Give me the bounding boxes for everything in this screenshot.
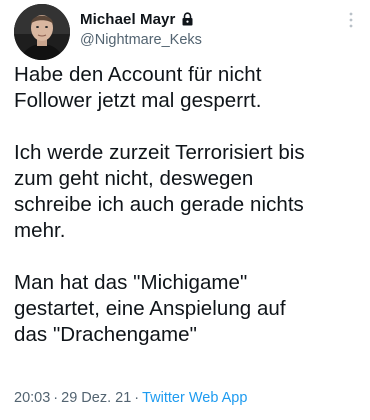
tweet-paragraph: Man hat das "Michigame" gestartet, eine … [14,271,286,346]
tweet-paragraph: Ich werde zurzeit Terrorisiert bis zum g… [14,141,305,242]
display-name[interactable]: Michael Mayr [80,11,175,28]
profile-photo-icon [14,4,70,60]
more-options-icon[interactable] [348,10,354,30]
tweet-header: Michael Mayr @Nightmare_Keks [80,9,202,49]
user-handle[interactable]: @Nightmare_Keks [80,32,202,48]
tweet-time[interactable]: 20:03 [14,390,50,406]
name-row: Michael Mayr [80,9,202,29]
tweet: Michael Mayr @Nightmare_Keks Habe den Ac… [0,0,370,420]
tweet-source-link[interactable]: Twitter Web App [142,390,247,406]
tweet-metadata: 20:03 · 29 Dez. 21 · Twitter Web App [14,390,247,406]
separator: · [53,390,59,406]
tweet-paragraph: Habe den Account für nicht Follower jetz… [14,63,262,112]
tweet-date[interactable]: 29 Dez. 21 [61,390,131,406]
lock-icon [181,12,194,26]
avatar[interactable] [14,4,70,60]
tweet-text: Habe den Account für nicht Follower jetz… [14,62,359,348]
separator: · [134,390,140,406]
